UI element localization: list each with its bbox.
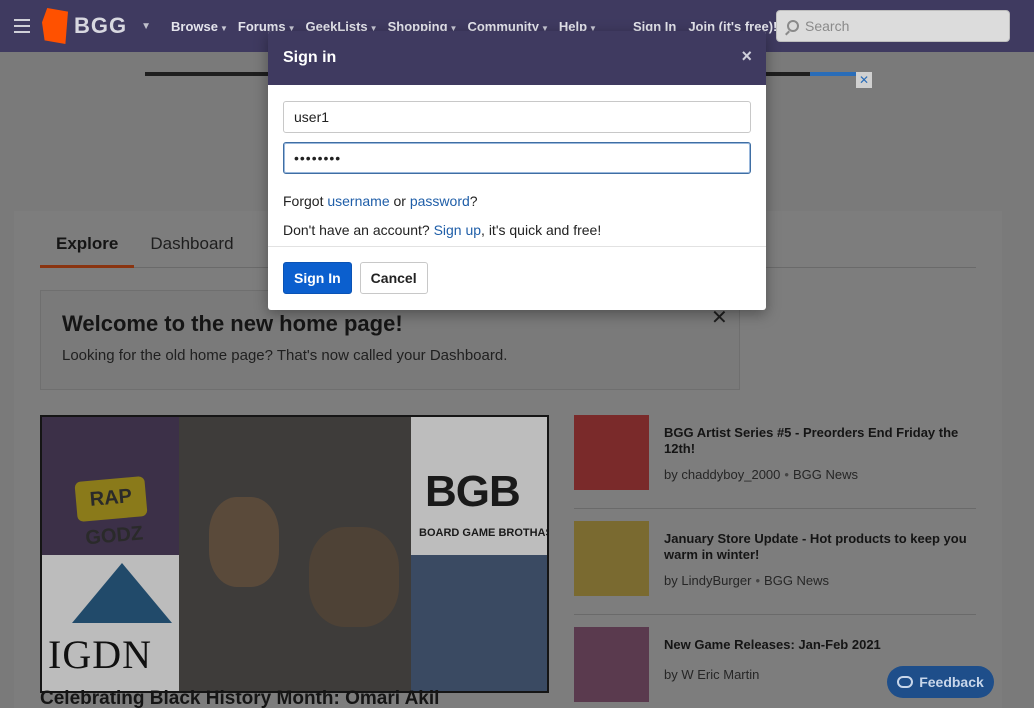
signup-prefix: Don't have an account?: [283, 222, 434, 238]
password-field[interactable]: [283, 142, 751, 174]
signup-suffix: , it's quick and free!: [481, 222, 602, 238]
sign-in-modal: Sign in × Forgot username or password? D…: [268, 31, 766, 310]
sign-in-button[interactable]: Sign In: [283, 262, 352, 294]
modal-body: Forgot username or password? Don't have …: [268, 85, 766, 247]
forgot-password-link[interactable]: password: [410, 193, 470, 209]
forgot-prefix: Forgot: [283, 193, 328, 209]
signup-text: Don't have an account? Sign up, it's qui…: [283, 222, 751, 238]
sign-up-link[interactable]: Sign up: [434, 222, 481, 238]
forgot-suffix: ?: [469, 193, 478, 209]
forgot-username-link[interactable]: username: [327, 193, 389, 209]
username-field[interactable]: [283, 101, 751, 133]
close-icon[interactable]: ×: [741, 46, 752, 67]
modal-header: Sign in ×: [268, 31, 766, 85]
modal-title: Sign in: [283, 49, 337, 66]
forgot-or: or: [389, 193, 410, 209]
forgot-credentials-text: Forgot username or password?: [283, 193, 751, 209]
cancel-button[interactable]: Cancel: [359, 262, 428, 294]
modal-footer: Sign In Cancel: [268, 247, 766, 309]
